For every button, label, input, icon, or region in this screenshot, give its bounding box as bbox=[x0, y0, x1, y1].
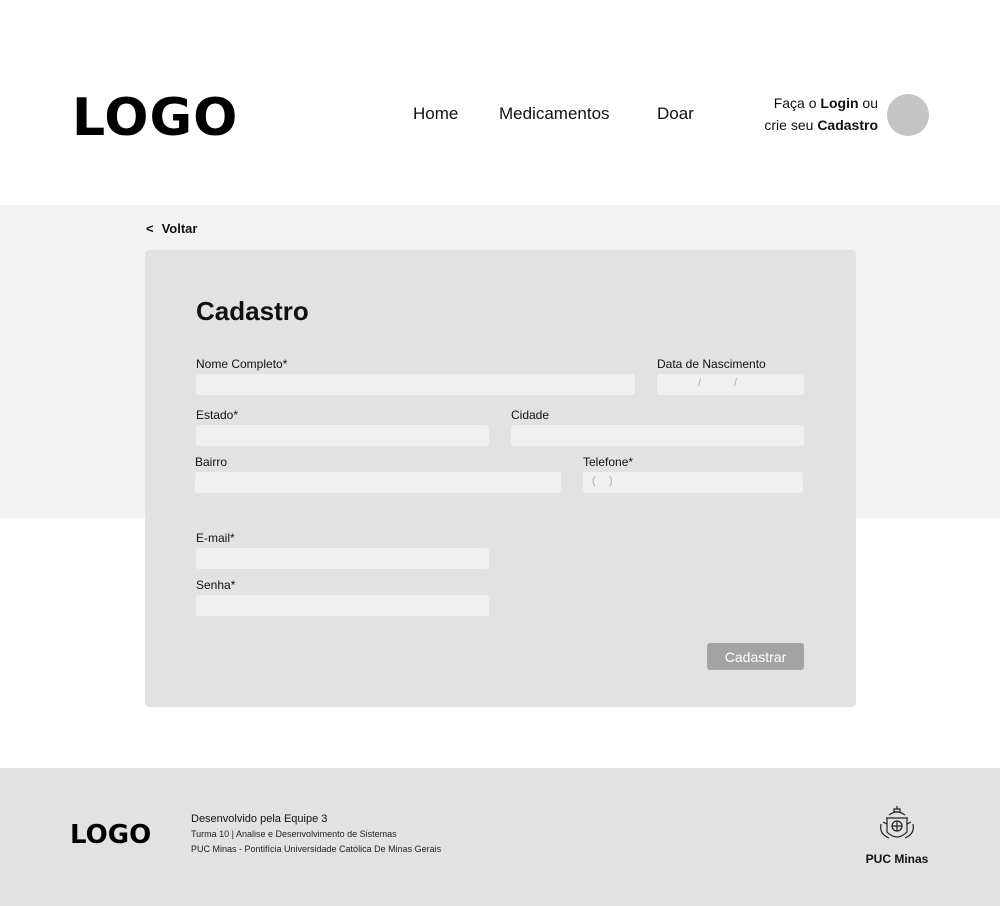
estado-label: Estado* bbox=[196, 408, 239, 422]
auth-text: ou bbox=[862, 95, 878, 111]
bairro-label: Bairro bbox=[195, 455, 228, 469]
email-input[interactable] bbox=[196, 548, 489, 569]
back-chevron-icon: < bbox=[146, 221, 154, 236]
date-separator: / bbox=[734, 377, 738, 389]
site-footer: LOGO Desenvolvido pela Equipe 3 Turma 10… bbox=[0, 768, 1000, 906]
site-header: LOGO Home Medicamentos Doar Faça o Login… bbox=[0, 0, 1000, 205]
nav-medicamentos[interactable]: Medicamentos bbox=[499, 104, 610, 124]
bairro-input[interactable] bbox=[195, 472, 561, 493]
telefone-label: Telefone* bbox=[583, 455, 634, 469]
login-link[interactable]: Login bbox=[820, 95, 858, 111]
cidade-input[interactable] bbox=[511, 425, 804, 446]
date-separator: / bbox=[698, 377, 702, 389]
telefone-input[interactable]: ( ) bbox=[583, 472, 803, 493]
footer-credit: Desenvolvido pela Equipe 3 bbox=[191, 813, 328, 825]
nascimento-label: Data de Nascimento bbox=[657, 357, 766, 371]
estado-input[interactable] bbox=[196, 425, 489, 446]
site-logo[interactable]: LOGO bbox=[72, 88, 238, 148]
footer-course: Turma 10 | Analise e Desenvolvimento de … bbox=[191, 829, 397, 839]
signup-link[interactable]: Cadastro bbox=[817, 117, 878, 133]
phone-paren-close: ) bbox=[609, 475, 613, 487]
senha-input[interactable] bbox=[196, 595, 489, 616]
footer-university: PUC Minas - Pontifícia Universidade Cató… bbox=[191, 844, 442, 854]
auth-text: crie seu bbox=[764, 117, 814, 133]
nav-home[interactable]: Home bbox=[413, 104, 458, 124]
user-avatar[interactable] bbox=[887, 94, 929, 136]
nascimento-input[interactable]: / / bbox=[657, 374, 804, 395]
email-label: E-mail* bbox=[196, 531, 235, 545]
signup-form-card: Cadastro Nome Completo* Data de Nascimen… bbox=[145, 250, 856, 707]
nome-input[interactable] bbox=[196, 374, 635, 395]
auth-text: Faça o bbox=[773, 95, 817, 111]
senha-label: Senha* bbox=[196, 578, 236, 592]
puc-minas-wordmark: PUC Minas bbox=[865, 852, 929, 866]
back-label: Voltar bbox=[161, 221, 198, 236]
footer-logo: LOGO bbox=[70, 820, 152, 850]
nome-label: Nome Completo* bbox=[196, 357, 288, 371]
phone-paren-open: ( bbox=[592, 475, 596, 487]
cadastrar-button[interactable]: Cadastrar bbox=[707, 643, 804, 670]
auth-prompt: Faça o Login ou crie seu Cadastro bbox=[764, 92, 878, 136]
nav-doar[interactable]: Doar bbox=[657, 104, 694, 124]
back-link[interactable]: < Voltar bbox=[146, 221, 197, 236]
puc-minas-logo: PUC Minas bbox=[862, 806, 932, 866]
puc-minas-crest-icon bbox=[880, 806, 914, 839]
form-title: Cadastro bbox=[196, 296, 309, 326]
cidade-label: Cidade bbox=[511, 408, 550, 422]
